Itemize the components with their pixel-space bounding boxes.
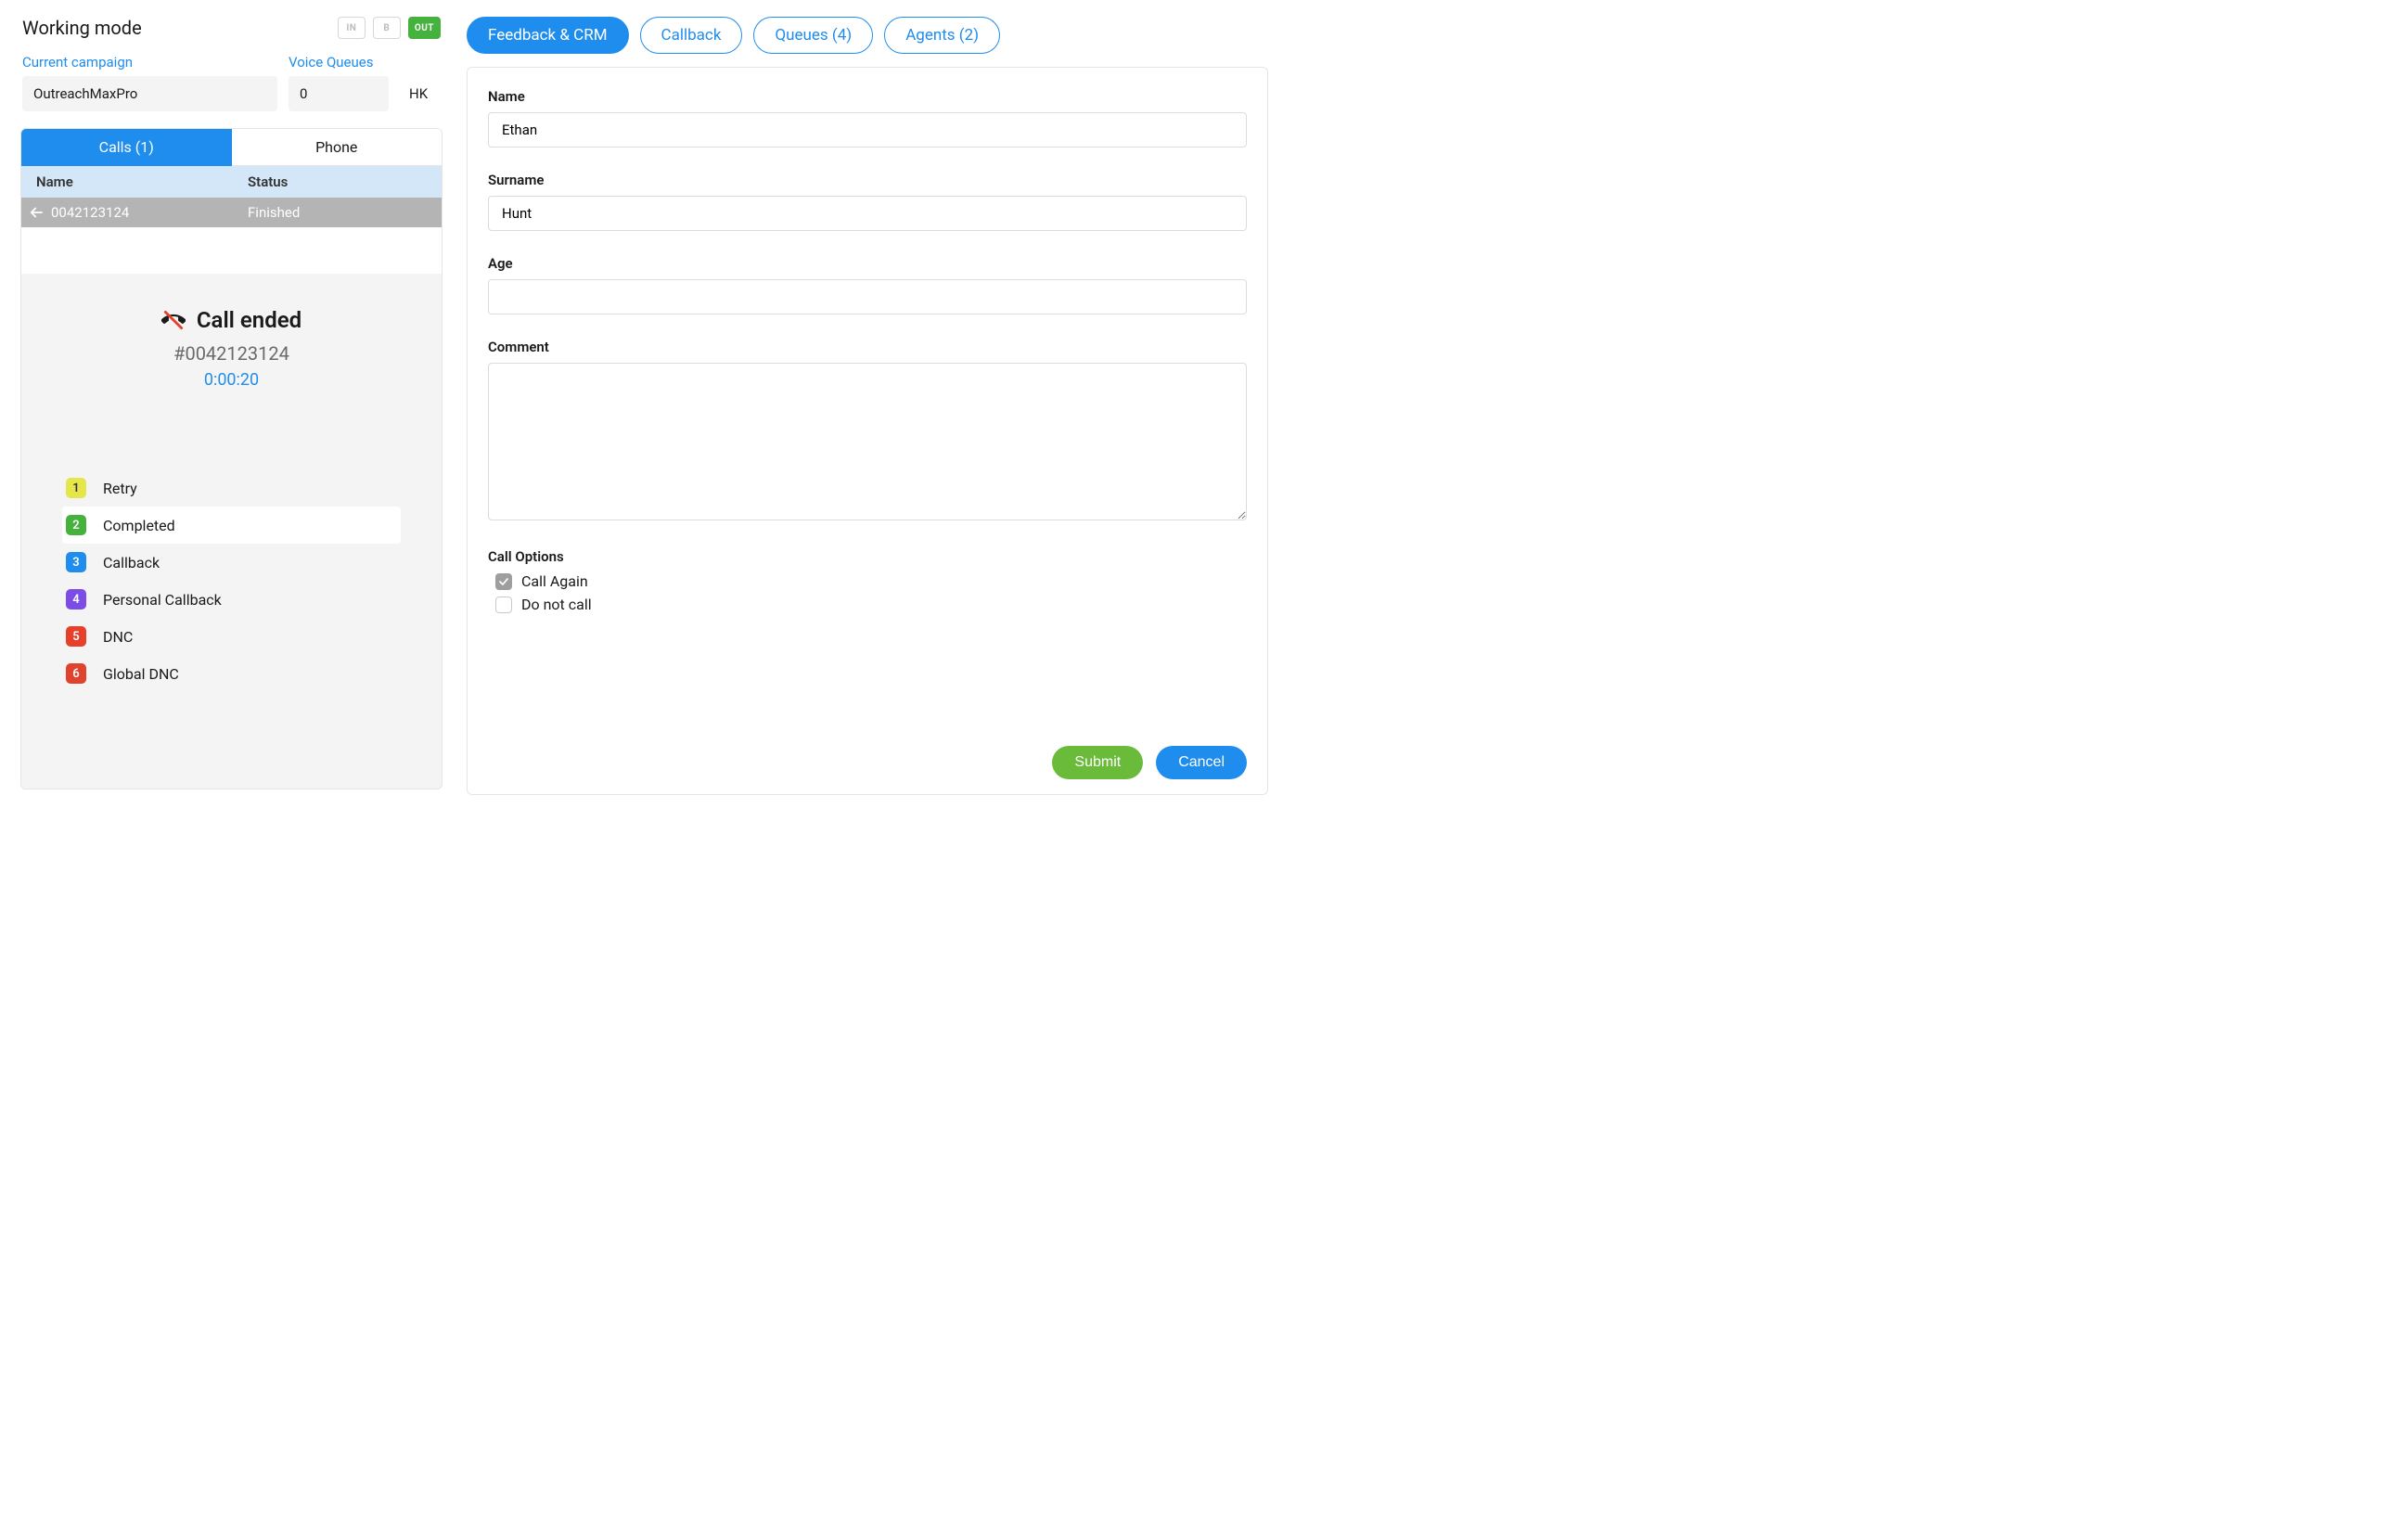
checkbox-empty-icon — [495, 597, 512, 613]
tab-phone[interactable]: Phone — [232, 129, 443, 166]
tab-queues[interactable]: Queues (4) — [753, 17, 873, 54]
voice-queues-block: Voice Queues 0 — [289, 54, 389, 111]
voice-queues-label: Voice Queues — [289, 54, 389, 71]
disposition-badge: 2 — [66, 515, 86, 535]
disposition-label: Personal Callback — [103, 591, 222, 609]
disposition-badge: 4 — [66, 589, 86, 610]
disposition-personal-callback[interactable]: 4 Personal Callback — [62, 581, 401, 618]
disposition-dnc[interactable]: 5 DNC — [62, 618, 401, 655]
field-comment: Comment — [488, 339, 1247, 524]
working-mode-title: Working mode — [22, 17, 142, 39]
disposition-badge: 1 — [66, 478, 86, 498]
do-not-call-option[interactable]: Do not call — [495, 596, 1247, 613]
call-ended-line: Call ended — [62, 307, 401, 333]
call-again-option[interactable]: Call Again — [495, 572, 1247, 590]
arrow-left-icon — [21, 204, 51, 221]
comment-input[interactable] — [488, 363, 1247, 520]
disposition-badge: 3 — [66, 552, 86, 572]
field-name: Name — [488, 88, 1247, 148]
hk-block: HK — [400, 54, 437, 111]
table-spacer — [21, 227, 442, 274]
table-row[interactable]: 0042123124 Finished — [21, 198, 442, 227]
cancel-button[interactable]: Cancel — [1156, 746, 1247, 779]
disposition-label: Global DNC — [103, 665, 179, 683]
column-status: Status — [233, 166, 442, 198]
disposition-retry[interactable]: 1 Retry — [62, 469, 401, 507]
submit-button[interactable]: Submit — [1052, 746, 1143, 779]
call-again-label: Call Again — [521, 572, 588, 590]
call-summary: Call ended #0042123124 0:00:20 1 Retry 2… — [21, 274, 442, 789]
disposition-label: Retry — [103, 480, 137, 497]
disposition-label: Callback — [103, 554, 160, 571]
name-label: Name — [488, 88, 1247, 105]
tab-calls[interactable]: Calls (1) — [21, 129, 232, 166]
call-summary-duration: 0:00:20 — [62, 370, 401, 390]
call-ended-text: Call ended — [197, 307, 301, 333]
call-status: Finished — [233, 198, 442, 227]
working-mode-buttons: IN B OUT — [338, 17, 441, 39]
disposition-label: DNC — [103, 628, 133, 646]
hk-indicator: HK — [400, 76, 437, 111]
mode-b-button[interactable]: B — [373, 17, 401, 39]
checkbox-checked-icon — [495, 573, 512, 590]
column-name: Name — [21, 166, 233, 198]
working-mode-header: Working mode IN B OUT — [20, 17, 443, 39]
name-input[interactable] — [488, 112, 1247, 148]
panel-tabs: Calls (1) Phone — [21, 129, 442, 166]
age-label: Age — [488, 255, 1247, 272]
comment-label: Comment — [488, 339, 1247, 355]
mode-out-button[interactable]: OUT — [408, 17, 441, 39]
current-campaign-label: Current campaign — [22, 54, 277, 71]
disposition-list: 1 Retry 2 Completed 3 Callback 4 Persona… — [62, 469, 401, 692]
call-options-group: Call Options Call Again Do not call — [488, 548, 1247, 613]
tab-feedback-crm[interactable]: Feedback & CRM — [467, 17, 629, 54]
surname-label: Surname — [488, 172, 1247, 188]
disposition-callback[interactable]: 3 Callback — [62, 544, 401, 581]
feedback-form: Name Surname Age Comment Call Options — [467, 67, 1268, 795]
call-number: 0042123124 — [51, 198, 233, 227]
surname-input[interactable] — [488, 196, 1247, 231]
tab-callback[interactable]: Callback — [640, 17, 743, 54]
do-not-call-label: Do not call — [521, 596, 592, 613]
right-tabs: Feedback & CRM Callback Queues (4) Agent… — [467, 17, 1268, 54]
voice-queues-value[interactable]: 0 — [289, 76, 389, 111]
disposition-label: Completed — [103, 517, 175, 534]
disposition-badge: 6 — [66, 663, 86, 684]
form-actions: Submit Cancel — [488, 737, 1247, 779]
field-age: Age — [488, 255, 1247, 314]
campaign-info-row: Current campaign OutreachMaxPro Voice Qu… — [20, 54, 443, 111]
disposition-badge: 5 — [66, 626, 86, 647]
current-campaign-value[interactable]: OutreachMaxPro — [22, 76, 277, 111]
age-input[interactable] — [488, 279, 1247, 314]
tab-agents[interactable]: Agents (2) — [884, 17, 1000, 54]
field-surname: Surname — [488, 172, 1247, 231]
calls-table-header: Name Status — [21, 166, 442, 198]
calls-panel: Calls (1) Phone Name Status 0042123124 F… — [20, 128, 443, 789]
call-summary-number: #0042123124 — [62, 342, 401, 365]
current-campaign-block: Current campaign OutreachMaxPro — [22, 54, 277, 111]
call-ended-icon — [161, 308, 186, 332]
disposition-global-dnc[interactable]: 6 Global DNC — [62, 655, 401, 692]
disposition-completed[interactable]: 2 Completed — [62, 507, 401, 544]
call-options-label: Call Options — [488, 548, 1247, 565]
mode-in-button[interactable]: IN — [338, 17, 366, 39]
